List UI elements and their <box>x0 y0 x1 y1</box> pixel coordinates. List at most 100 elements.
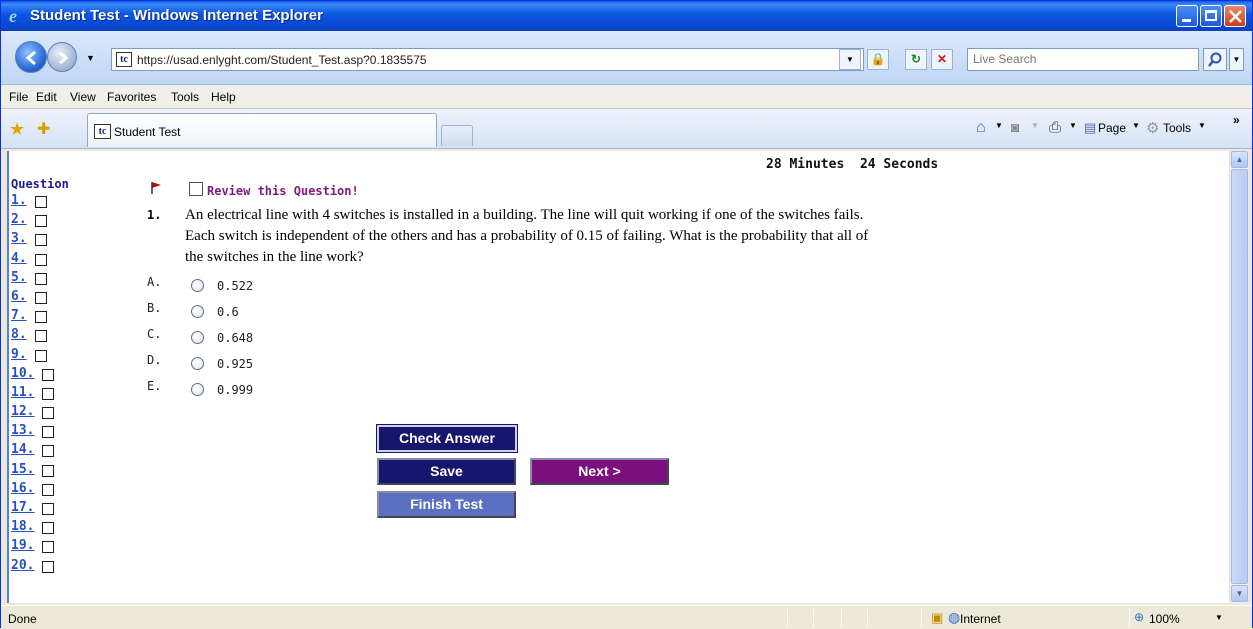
question-list-item[interactable]: 4. <box>11 251 47 270</box>
question-list-item[interactable]: 12. <box>11 404 54 423</box>
globe-icon: ◍ <box>948 609 961 625</box>
question-link[interactable]: 1. <box>11 193 27 208</box>
option-radio[interactable] <box>191 279 204 292</box>
review-checkbox[interactable] <box>189 182 203 196</box>
question-link[interactable]: 12. <box>11 404 34 419</box>
print-dropdown-icon[interactable]: ▼ <box>1069 121 1077 130</box>
page-menu[interactable]: Page <box>1098 121 1126 135</box>
question-list-item[interactable]: 15. <box>11 462 54 481</box>
search-box[interactable] <box>967 48 1199 71</box>
minimize-button[interactable] <box>1176 5 1198 27</box>
tools-dropdown-icon[interactable]: ▼ <box>1198 121 1206 130</box>
address-bar[interactable]: tc https://usad.enlyght.com/Student_Test… <box>111 48 864 71</box>
question-link[interactable]: 3. <box>11 231 27 246</box>
tools-gear-icon: ⚙ <box>1146 120 1160 137</box>
feeds-icon[interactable]: ◙ <box>1011 119 1019 135</box>
timer-seconds: 24 Seconds <box>859 157 939 172</box>
new-tab-button[interactable] <box>441 125 473 146</box>
option-radio[interactable] <box>191 383 204 396</box>
question-list-item[interactable]: 3. <box>11 231 47 250</box>
next-button[interactable]: Next > <box>530 458 669 485</box>
question-link[interactable]: 15. <box>11 462 34 477</box>
question-list-item[interactable]: 11. <box>11 385 54 404</box>
question-list-item[interactable]: 18. <box>11 519 54 538</box>
search-button[interactable] <box>1203 48 1227 71</box>
question-list-item[interactable]: 5. <box>11 270 47 289</box>
question-list-item[interactable]: 9. <box>11 347 47 366</box>
question-list-item[interactable]: 13. <box>11 423 54 442</box>
question-list-item[interactable]: 17. <box>11 500 54 519</box>
question-link[interactable]: 20. <box>11 558 34 573</box>
check-answer-button[interactable]: Check Answer <box>376 424 518 453</box>
search-options-dropdown-icon[interactable]: ▼ <box>1229 48 1244 71</box>
question-link[interactable]: 18. <box>11 519 34 534</box>
close-button[interactable] <box>1224 5 1246 27</box>
search-input[interactable] <box>973 49 1198 69</box>
question-list-item[interactable]: 7. <box>11 308 47 327</box>
option-radio[interactable] <box>191 357 204 370</box>
finish-test-button[interactable]: Finish Test <box>377 491 516 518</box>
print-icon[interactable]: ⎙ <box>1049 119 1061 136</box>
popup-blocker-icon[interactable]: ▣ <box>931 610 943 626</box>
question-link[interactable]: 19. <box>11 538 34 553</box>
option-letter: A. <box>147 275 162 289</box>
option-radio[interactable] <box>191 305 204 318</box>
question-status-checkbox <box>42 387 54 400</box>
maximize-button[interactable] <box>1200 5 1222 27</box>
question-list-item[interactable]: 20. <box>11 558 54 577</box>
question-link[interactable]: 5. <box>11 270 27 285</box>
question-link[interactable]: 2. <box>11 212 27 227</box>
feeds-dropdown-icon[interactable]: ▼ <box>1031 121 1039 130</box>
address-dropdown-icon[interactable]: ▼ <box>839 49 861 70</box>
question-list-item[interactable]: 10. <box>11 366 54 385</box>
question-link[interactable]: 11. <box>11 385 34 400</box>
question-list-item[interactable]: 1. <box>11 193 47 212</box>
option-radio[interactable] <box>191 331 204 344</box>
menu-tools[interactable]: Tools <box>171 90 199 104</box>
refresh-icon[interactable]: ↻ <box>905 49 927 70</box>
tab-student-test[interactable]: tc Student Test <box>87 113 437 147</box>
question-link[interactable]: 6. <box>11 289 27 304</box>
menu-edit[interactable]: Edit <box>36 90 57 104</box>
scroll-up-icon[interactable]: ▲ <box>1231 151 1248 168</box>
question-link[interactable]: 9. <box>11 347 27 362</box>
scroll-thumb[interactable] <box>1231 169 1248 584</box>
page-dropdown-icon[interactable]: ▼ <box>1132 121 1140 130</box>
menu-view[interactable]: View <box>70 90 96 104</box>
question-list-item[interactable]: 19. <box>11 538 54 557</box>
history-dropdown-icon[interactable]: ▼ <box>86 53 95 63</box>
question-link[interactable]: 4. <box>11 251 27 266</box>
stop-icon[interactable]: ✕ <box>931 49 953 70</box>
question-link[interactable]: 13. <box>11 423 34 438</box>
home-dropdown-icon[interactable]: ▼ <box>995 121 1003 130</box>
question-list-item[interactable]: 6. <box>11 289 47 308</box>
add-favorite-icon[interactable]: ✚ <box>37 119 50 139</box>
question-link[interactable]: 16. <box>11 481 34 496</box>
question-status-checkbox <box>35 291 47 304</box>
lock-icon[interactable]: 🔒 <box>867 49 889 70</box>
forward-button[interactable] <box>47 42 77 72</box>
question-list-item[interactable]: 2. <box>11 212 47 231</box>
question-link[interactable]: 14. <box>11 442 34 457</box>
menu-file[interactable]: File <box>9 90 28 104</box>
zoom-level[interactable]: 100% <box>1149 612 1180 626</box>
tools-menu[interactable]: Tools <box>1163 121 1191 135</box>
question-link[interactable]: 8. <box>11 327 27 342</box>
question-list-item[interactable]: 14. <box>11 442 54 461</box>
save-button[interactable]: Save <box>377 458 516 485</box>
scroll-down-icon[interactable]: ▼ <box>1231 585 1248 602</box>
question-link[interactable]: 17. <box>11 500 34 515</box>
zoom-dropdown-icon[interactable]: ▼ <box>1215 613 1223 622</box>
menu-favorites[interactable]: Favorites <box>107 90 156 104</box>
favorites-star-icon[interactable]: ★ <box>9 119 25 140</box>
home-icon[interactable]: ⌂ <box>976 119 986 137</box>
chevron-overflow-icon[interactable]: » <box>1233 113 1240 127</box>
vertical-scrollbar[interactable]: ▲ ▼ <box>1229 151 1248 603</box>
question-list-item[interactable]: 8. <box>11 327 47 346</box>
question-link[interactable]: 10. <box>11 366 34 381</box>
question-link[interactable]: 7. <box>11 308 27 323</box>
menu-help[interactable]: Help <box>211 90 236 104</box>
question-list-item[interactable]: 16. <box>11 481 54 500</box>
back-button[interactable] <box>15 41 47 73</box>
url-text[interactable]: https://usad.enlyght.com/Student_Test.as… <box>137 53 427 67</box>
